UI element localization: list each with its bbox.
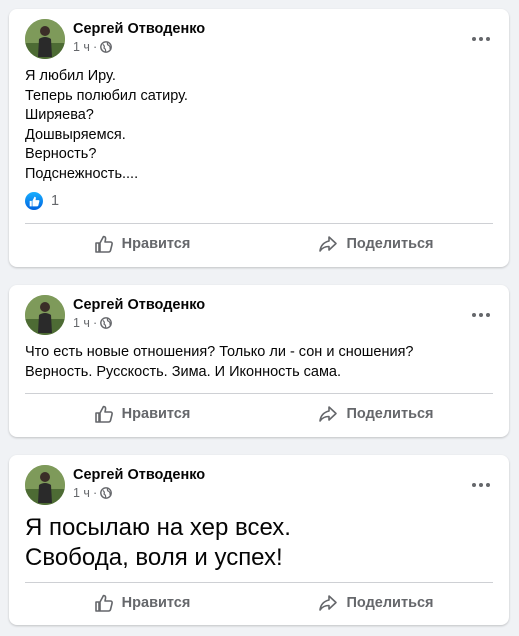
author-name[interactable]: Сергей Отводенко <box>73 467 205 483</box>
separator-dot: · <box>92 40 98 54</box>
share-label: Поделиться <box>346 595 434 611</box>
post-header: Сергей Отводенко 1 ч · <box>25 19 493 59</box>
like-label: Нравится <box>121 595 191 611</box>
more-dots-icon <box>472 313 476 317</box>
divider <box>25 223 493 224</box>
like-button[interactable]: Нравится <box>25 226 259 262</box>
more-options-button[interactable] <box>463 467 499 503</box>
post-actions: Нравится Поделиться <box>25 585 493 621</box>
post-card: Сергей Отводенко 1 ч · Я посылаю на хер … <box>9 455 509 625</box>
thumbs-up-icon <box>94 594 113 612</box>
more-dots-icon <box>472 37 476 41</box>
divider <box>25 393 493 394</box>
more-dots-icon <box>472 483 476 487</box>
share-button[interactable]: Поделиться <box>259 396 493 432</box>
author-name[interactable]: Сергей Отводенко <box>73 297 205 313</box>
separator-dot: · <box>92 486 98 500</box>
like-label: Нравится <box>121 406 191 422</box>
post-time[interactable]: 1 ч <box>73 486 90 500</box>
post-actions: Нравится Поделиться <box>25 396 493 432</box>
reaction-count: 1 <box>51 193 60 209</box>
post-meta: 1 ч · <box>73 316 113 330</box>
share-button[interactable]: Поделиться <box>259 585 493 621</box>
post-meta: 1 ч · <box>73 40 113 54</box>
avatar[interactable] <box>25 465 65 505</box>
globe-icon <box>100 487 113 499</box>
share-button[interactable]: Поделиться <box>259 226 493 262</box>
like-button[interactable]: Нравится <box>25 396 259 432</box>
thumbs-up-icon <box>94 235 113 253</box>
like-button[interactable]: Нравится <box>25 585 259 621</box>
separator-dot: · <box>92 316 98 330</box>
reactions-summary[interactable]: 1 <box>25 192 59 210</box>
share-arrow-icon <box>319 406 338 422</box>
author-name[interactable]: Сергей Отводенко <box>73 21 205 37</box>
share-label: Поделиться <box>346 236 434 252</box>
post-text: Что есть новые отношения? Только ли - со… <box>25 344 414 380</box>
divider <box>25 582 493 583</box>
share-label: Поделиться <box>346 406 434 422</box>
post-card: Сергей Отводенко 1 ч · Что есть новые от… <box>9 285 509 437</box>
globe-icon <box>100 41 113 53</box>
share-arrow-icon <box>319 595 338 611</box>
post-text: Я любил Иру. Теперь полюбил сатиру. Ширя… <box>25 68 188 182</box>
post-time[interactable]: 1 ч <box>73 40 90 54</box>
post-actions: Нравится Поделиться <box>25 226 493 262</box>
like-label: Нравится <box>121 236 191 252</box>
more-options-button[interactable] <box>463 297 499 333</box>
share-arrow-icon <box>319 236 338 252</box>
post-time[interactable]: 1 ч <box>73 316 90 330</box>
post-text: Я посылаю на хер всех. Свобода, воля и у… <box>25 514 291 571</box>
post-header: Сергей Отводенко 1 ч · <box>25 465 493 505</box>
post-meta: 1 ч · <box>73 486 113 500</box>
avatar[interactable] <box>25 19 65 59</box>
post-card: Сергей Отводенко 1 ч · Я любил Иру. Тепе… <box>9 9 509 267</box>
like-reaction-icon <box>25 192 43 210</box>
avatar[interactable] <box>25 295 65 335</box>
more-options-button[interactable] <box>463 21 499 57</box>
thumbs-up-icon <box>94 405 113 423</box>
post-header: Сергей Отводенко 1 ч · <box>25 295 493 335</box>
globe-icon <box>100 317 113 329</box>
